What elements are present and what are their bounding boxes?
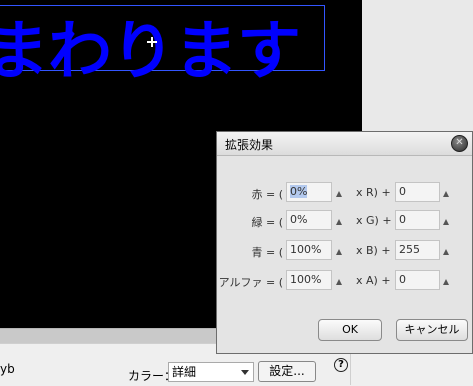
alpha-label: アルファ = ( — [218, 276, 283, 289]
green-percent-input[interactable]: 0% — [286, 210, 332, 230]
red-percent-input[interactable]: 0% — [286, 182, 332, 202]
text-field-selection[interactable]: まわります — [0, 5, 325, 89]
close-icon: ✕ — [455, 137, 464, 148]
close-button[interactable]: ✕ — [451, 135, 468, 152]
instance-name: yb — [0, 362, 15, 376]
advanced-effect-dialog: 拡張効果 ✕ 赤 = ( 0% x R) + 0 緑 = ( 0% x G) +… — [216, 131, 473, 354]
green-offset-slider-icon[interactable] — [443, 219, 449, 225]
blue-offset-slider-icon[interactable] — [443, 249, 449, 255]
red-offset-input[interactable]: 0 — [395, 182, 440, 202]
red-percent-slider-icon[interactable] — [336, 191, 342, 197]
alpha-op-label: x A) + — [356, 274, 391, 287]
blue-percent-input[interactable]: 100% — [286, 240, 332, 260]
red-label: 赤 = ( — [251, 188, 283, 201]
alpha-row: アルファ = ( 100% x A) + 0 — [217, 270, 472, 292]
blue-label: 青 = ( — [251, 246, 283, 259]
red-offset-slider-icon[interactable] — [443, 191, 449, 197]
alpha-percent-input[interactable]: 100% — [286, 270, 332, 290]
alpha-offset-input[interactable]: 0 — [395, 270, 440, 290]
color-effect-value: 詳細 — [172, 365, 197, 379]
chevron-down-icon — [241, 370, 249, 375]
green-op-label: x G) + — [356, 214, 392, 227]
blue-percent-slider-icon[interactable] — [336, 249, 342, 255]
transform-point-icon[interactable] — [147, 37, 157, 47]
help-icon[interactable]: ? — [334, 358, 348, 372]
green-row: 緑 = ( 0% x G) + 0 — [217, 210, 472, 232]
alpha-percent-slider-icon[interactable] — [336, 279, 342, 285]
green-percent-slider-icon[interactable] — [336, 219, 342, 225]
cancel-button[interactable]: キャンセル — [396, 319, 468, 341]
green-label: 緑 = ( — [251, 216, 283, 229]
green-offset-input[interactable]: 0 — [395, 210, 440, 230]
blue-offset-input[interactable]: 255 — [395, 240, 440, 260]
settings-button[interactable]: 設定... — [258, 361, 316, 382]
color-effect-select[interactable]: 詳細 — [168, 362, 254, 382]
blue-row: 青 = ( 100% x B) + 255 — [217, 240, 472, 262]
dialog-title-bar[interactable]: 拡張効果 ✕ — [217, 132, 472, 156]
blue-op-label: x B) + — [356, 244, 391, 257]
dialog-title: 拡張効果 — [225, 138, 274, 152]
red-row: 赤 = ( 0% x R) + 0 — [217, 182, 472, 204]
ok-button[interactable]: OK — [318, 319, 382, 341]
red-op-label: x R) + — [356, 186, 391, 199]
alpha-offset-slider-icon[interactable] — [443, 279, 449, 285]
